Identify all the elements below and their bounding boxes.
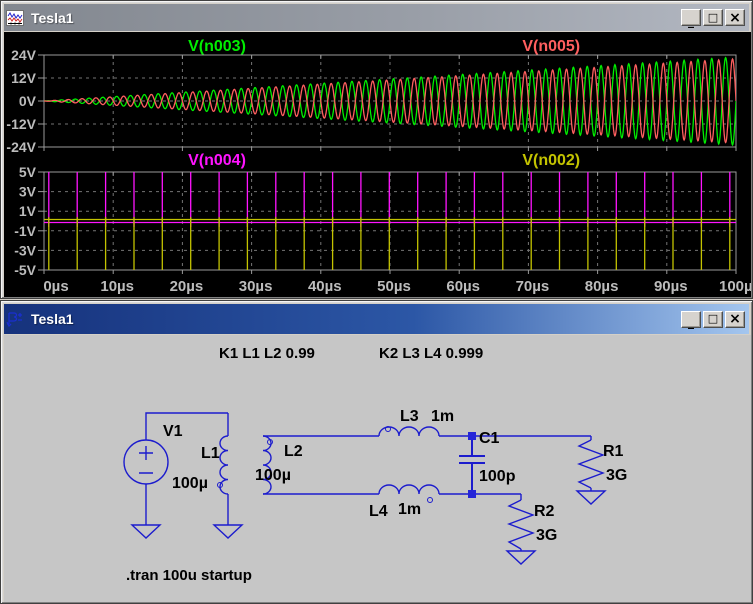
l1-inductor[interactable] (218, 413, 229, 525)
l2-inductor[interactable] (263, 436, 273, 494)
l1-ref-label[interactable]: L1 (201, 445, 220, 463)
schematic-canvas[interactable]: K1 L1 L2 0.99 K2 L3 L4 0.999 V1 L1 100µ … (4, 335, 751, 602)
k2-coupling-directive[interactable]: K2 L3 L4 0.999 (379, 346, 483, 363)
minimize-button[interactable]: _ (681, 9, 701, 26)
schematic-icon (6, 311, 24, 327)
close-icon: × (729, 12, 741, 24)
close-button[interactable]: × (725, 9, 745, 26)
legend-V(n005)[interactable]: V(n005) (522, 38, 580, 55)
y-axis-label: -24V (6, 139, 36, 155)
y-axis-label: -1V (14, 223, 36, 239)
y-axis-label: 12V (11, 70, 37, 86)
y-axis-label: -12V (6, 116, 36, 132)
c1-ref-label[interactable]: C1 (479, 430, 499, 448)
l4-value-label[interactable]: 1m (398, 501, 421, 519)
waveform-viewer-window: Tesla1 _ □ × 24V 12V 0V -12V -24V V(n003) V(n0… (0, 0, 753, 299)
x-axis-label: 30µs (239, 278, 273, 295)
v1-ref-label[interactable]: V1 (163, 423, 183, 441)
l2-value-label[interactable]: 100µ (255, 467, 291, 485)
maximize-button[interactable]: □ (703, 311, 723, 328)
close-icon: × (729, 313, 741, 325)
r1-ref-label[interactable]: R1 (603, 443, 623, 461)
tran-directive[interactable]: .tran 100u startup (126, 568, 252, 585)
waveform-window-titlebar[interactable]: Tesla1 _ □ × (4, 4, 749, 31)
y-axis-label: 1V (19, 203, 37, 219)
l4-ref-label[interactable]: L4 (369, 503, 388, 521)
k1-coupling-directive[interactable]: K1 L1 L2 0.99 (219, 346, 315, 363)
legend-V(n004)[interactable]: V(n004) (188, 152, 246, 169)
waveform-icon (6, 10, 24, 26)
l3-inductor[interactable] (379, 427, 439, 437)
x-axis-label: 10µs (100, 278, 134, 295)
x-axis-label: 60µs (446, 278, 480, 295)
r2-resistor[interactable] (509, 494, 533, 551)
y-axis-label: 5V (19, 164, 37, 180)
y-axis-label: 0V (19, 93, 37, 109)
schematic-window-title: Tesla1 (31, 311, 74, 327)
waveform-plot-area[interactable]: 24V 12V 0V -12V -24V V(n003) V(n005) 5V 3V 1V -1V -… (4, 32, 751, 297)
x-axis-label: 70µs (516, 278, 550, 295)
waveform-window-title: Tesla1 (31, 10, 74, 26)
plot-background (4, 32, 751, 297)
schematic-drawing (4, 335, 751, 602)
l1-value-label[interactable]: 100µ (172, 475, 208, 493)
ground-symbol[interactable] (507, 551, 535, 564)
legend-V(n003)[interactable]: V(n003) (188, 38, 246, 55)
l2-ref-label[interactable]: L2 (284, 443, 303, 461)
l3-value-label[interactable]: 1m (431, 408, 454, 426)
y-axis-label: -5V (14, 262, 36, 278)
x-axis-label: 50µs (377, 278, 411, 295)
x-axis-label: 80µs (585, 278, 619, 295)
ground-symbol[interactable] (577, 491, 605, 504)
r2-ref-label[interactable]: R2 (534, 503, 554, 521)
node-junction (468, 432, 476, 440)
minimize-icon: _ (688, 316, 694, 328)
l4-phase-dot (428, 498, 433, 503)
schematic-window-titlebar[interactable]: Tesla1 _ □ × (4, 304, 749, 334)
c1-value-label[interactable]: 100p (479, 468, 515, 486)
l3-ref-label[interactable]: L3 (400, 408, 419, 426)
node-junction (468, 490, 476, 498)
close-button[interactable]: × (725, 311, 745, 328)
y-axis-label: 24V (11, 47, 37, 63)
ground-symbol[interactable] (132, 525, 160, 538)
y-axis-label: -3V (14, 242, 36, 258)
r1-resistor[interactable] (579, 436, 603, 491)
x-axis-label: 0µs (43, 278, 68, 295)
x-axis-label: 90µs (654, 278, 688, 295)
maximize-icon: □ (708, 12, 718, 24)
r2-value-label[interactable]: 3G (536, 527, 557, 545)
r1-value-label[interactable]: 3G (606, 467, 627, 485)
maximize-icon: □ (708, 313, 718, 325)
x-axis-label: 40µs (308, 278, 342, 295)
x-axis-label: 100µs (719, 278, 751, 295)
legend-V(n002)[interactable]: V(n002) (522, 152, 580, 169)
minimize-icon: _ (688, 15, 694, 27)
maximize-button[interactable]: □ (703, 9, 723, 26)
x-axis-label: 20µs (170, 278, 204, 295)
y-axis-label: 3V (19, 184, 37, 200)
waveform-plot[interactable]: 24V 12V 0V -12V -24V V(n003) V(n005) 5V 3V 1V -1V -… (4, 32, 751, 297)
schematic-editor-window: Tesla1 _ □ × (0, 300, 753, 604)
minimize-button[interactable]: _ (681, 311, 701, 328)
l4-inductor[interactable] (379, 485, 439, 503)
ground-symbol[interactable] (214, 525, 242, 538)
